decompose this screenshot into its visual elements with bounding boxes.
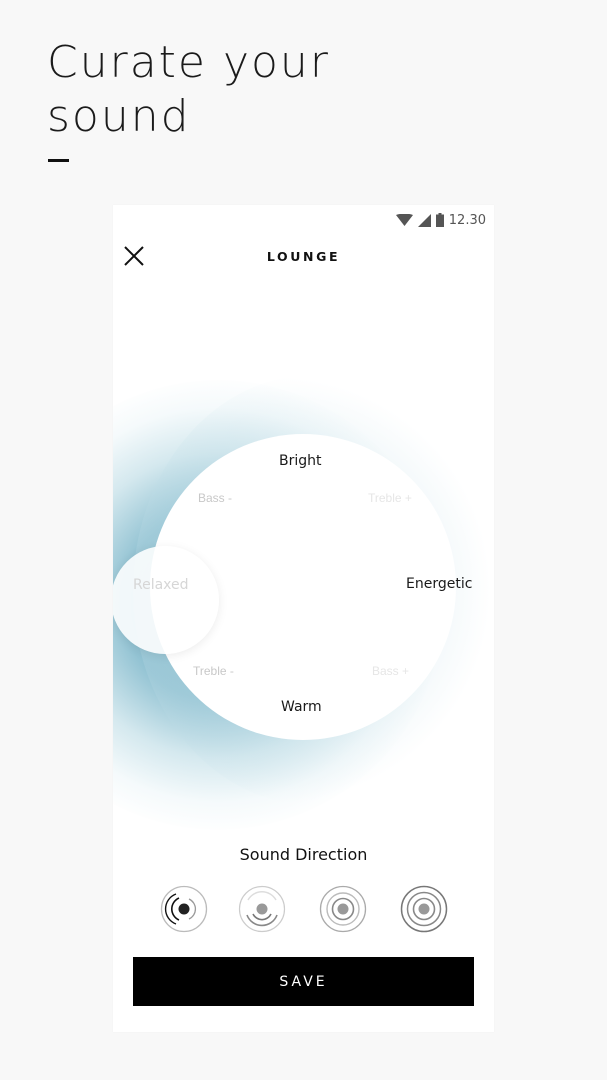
dial-label-warm: Warm (281, 699, 322, 715)
dial-label-treble-plus: Treble + (368, 491, 412, 505)
status-time: 12.30 (448, 212, 486, 228)
screen-title: LOUNGE (266, 249, 341, 264)
dial-label-bass-plus: Bass + (372, 664, 410, 678)
direction-option-medium[interactable] (238, 885, 286, 933)
status-bar: 12.30 (395, 210, 486, 230)
direction-option-widest[interactable] (400, 885, 448, 933)
wifi-icon (395, 214, 413, 226)
sound-direction-title: Sound Direction (239, 845, 368, 864)
headline-line-1: Curate your (47, 37, 330, 88)
phone-screen: 12.30 LOUNGE Bright Energetic Warm Bass … (113, 205, 494, 1032)
dial-label-bright: Bright (279, 453, 322, 469)
tone-knob[interactable] (113, 546, 219, 654)
dial-label-relaxed: Relaxed (133, 577, 189, 593)
signal-icon (417, 213, 431, 227)
dial-label-treble-minus: Treble - (193, 664, 234, 678)
battery-icon (435, 213, 444, 227)
dial-label-bass-minus: Bass - (198, 491, 233, 505)
direction-wide-icon (319, 885, 367, 933)
save-button[interactable]: SAVE (133, 957, 474, 1006)
direction-medium-icon (238, 885, 286, 933)
direction-widest-icon (400, 885, 448, 933)
direction-option-narrow[interactable] (160, 885, 208, 933)
dial-label-energetic: Energetic (406, 576, 473, 592)
headline-line-2: sound (47, 91, 191, 142)
headline: Curate your sound (47, 36, 330, 144)
direction-option-wide[interactable] (319, 885, 367, 933)
direction-narrow-icon (160, 885, 208, 933)
headline-dash (48, 159, 69, 162)
